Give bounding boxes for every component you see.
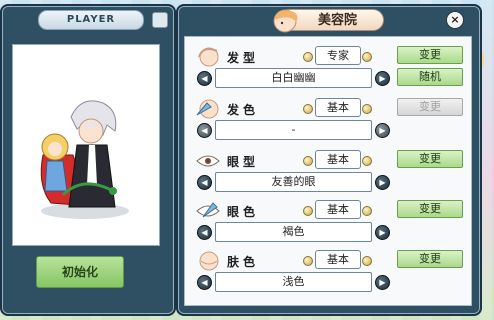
change-button[interactable]: 变更 — [397, 98, 463, 116]
grade-value: 基本 — [315, 150, 361, 169]
grade-right-icon — [362, 52, 372, 62]
beauty-salon-window: 美容院 × 发型 专家 ◀ 白白幽幽 ▶ 变更 随机 发色 基本 ◀ - ▶ 变… — [176, 4, 482, 316]
grade-right-icon — [362, 156, 372, 166]
grade-value: 专家 — [315, 46, 361, 65]
next-arrow-icon[interactable]: ▶ — [375, 225, 390, 240]
beauty-options-panel: 发型 专家 ◀ 白白幽幽 ▶ 变更 随机 发色 基本 ◀ - ▶ 变更 眼型 基… — [184, 36, 472, 306]
grade-left-icon — [303, 156, 313, 166]
grade-right-icon — [362, 256, 372, 266]
prev-arrow-icon[interactable]: ◀ — [197, 225, 212, 240]
grade-right-icon — [362, 206, 372, 216]
option-label: 发色 — [227, 103, 260, 117]
player-window-title: PLAYER — [38, 10, 144, 30]
grade-left-icon — [303, 52, 313, 62]
character-preview — [12, 44, 160, 246]
grade-value: 基本 — [315, 250, 361, 269]
option-row-eye-color: 眼色 基本 ◀ 褐色 ▶ 变更 — [185, 197, 471, 247]
grade-left-icon — [303, 256, 313, 266]
grade-value: 基本 — [315, 98, 361, 117]
grade-left-icon — [303, 104, 313, 114]
change-button[interactable]: 变更 — [397, 250, 463, 268]
close-button[interactable]: × — [446, 11, 464, 29]
prev-arrow-icon[interactable]: ◀ — [197, 71, 212, 86]
grade-left-icon — [303, 206, 313, 216]
next-arrow-icon[interactable]: ▶ — [375, 71, 390, 86]
next-arrow-icon[interactable]: ▶ — [375, 175, 390, 190]
option-row-skin-color: 肤色 基本 ◀ 浅色 ▶ 变更 — [185, 247, 471, 297]
hair-style-icon — [198, 47, 219, 67]
option-value: 友善的眼 — [215, 172, 372, 192]
option-value: 白白幽幽 — [215, 68, 372, 88]
option-value: 浅色 — [215, 272, 372, 292]
option-row-hair-color: 发色 基本 ◀ - ▶ 变更 — [185, 95, 471, 145]
option-row-hair-style: 发型 专家 ◀ 白白幽幽 ▶ 变更 随机 — [185, 43, 471, 93]
option-label: 肤色 — [227, 255, 260, 269]
option-label: 眼型 — [227, 155, 260, 169]
prev-arrow-icon[interactable]: ◀ — [197, 275, 212, 290]
next-arrow-icon[interactable]: ▶ — [375, 275, 390, 290]
salon-mascot-icon — [273, 9, 298, 33]
initialize-button[interactable]: 初始化 — [36, 256, 124, 288]
hair-color-icon — [196, 99, 219, 119]
change-button[interactable]: 变更 — [397, 200, 463, 218]
option-label: 发型 — [227, 51, 260, 65]
option-label: 眼色 — [227, 205, 260, 219]
skin-color-icon — [199, 251, 219, 271]
option-value: - — [215, 120, 372, 140]
next-arrow-icon[interactable]: ▶ — [375, 123, 390, 138]
random-button[interactable]: 随机 — [397, 68, 463, 86]
player-window-handle[interactable] — [152, 12, 168, 28]
grade-value: 基本 — [315, 200, 361, 219]
change-button[interactable]: 变更 — [397, 46, 463, 64]
eye-color-icon — [196, 202, 220, 218]
prev-arrow-icon[interactable]: ◀ — [197, 175, 212, 190]
change-button[interactable]: 变更 — [397, 150, 463, 168]
option-row-eye-shape: 眼型 基本 ◀ 友善的眼 ▶ 变更 — [185, 147, 471, 197]
prev-arrow-icon[interactable]: ◀ — [197, 123, 212, 138]
eye-shape-icon — [196, 155, 220, 167]
character-sprite-icon — [40, 100, 129, 219]
player-window: PLAYER 初始化 — [0, 4, 176, 316]
grade-right-icon — [362, 104, 372, 114]
option-value: 褐色 — [215, 222, 372, 242]
